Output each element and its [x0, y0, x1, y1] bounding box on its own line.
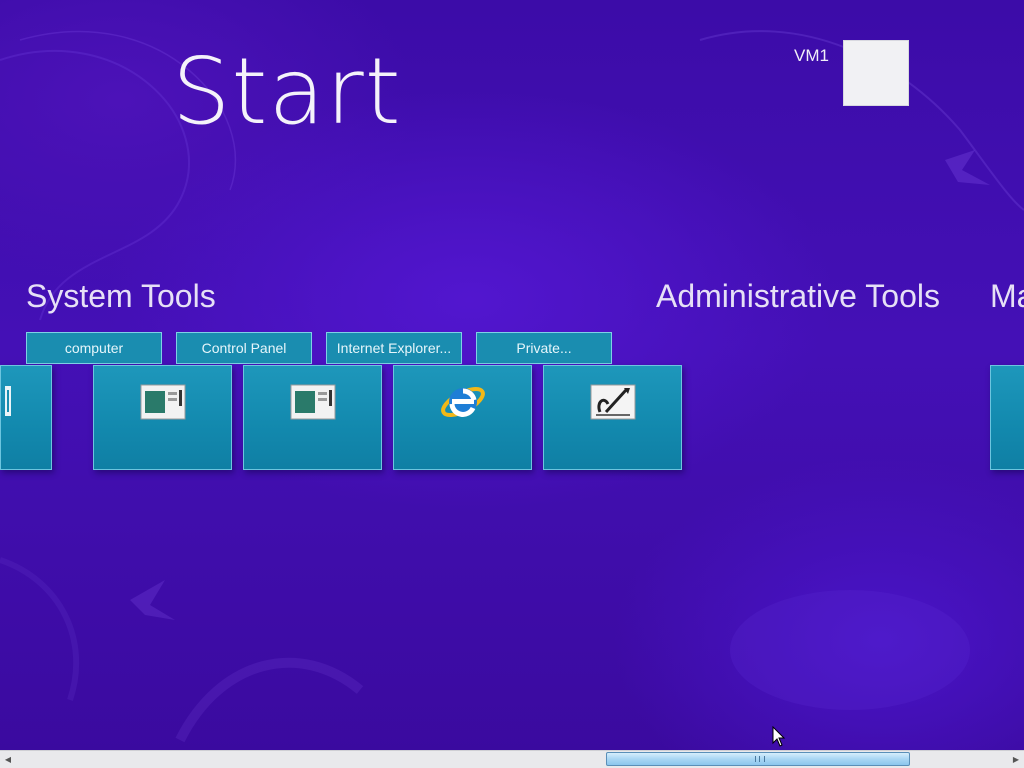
scroll-thumb[interactable] — [606, 752, 910, 766]
pen-icon — [590, 384, 635, 420]
tile-label-computer[interactable]: computer — [26, 332, 162, 364]
tile-label-private[interactable]: Private... — [476, 332, 612, 364]
tile-label-control-panel[interactable]: Control Panel — [176, 332, 312, 364]
user-avatar[interactable] — [843, 40, 909, 106]
group-title-administrative-tools: Administrative Tools — [656, 278, 940, 314]
window-icon — [290, 384, 335, 420]
app-tile-private[interactable] — [543, 365, 682, 470]
window-icon — [140, 384, 185, 420]
internet-explorer-icon — [440, 386, 485, 418]
app-tile-control-panel[interactable] — [243, 365, 382, 470]
app-tile-computer[interactable] — [93, 365, 232, 470]
start-title: Start — [172, 38, 402, 145]
horizontal-scrollbar[interactable]: ◀ ▶ — [0, 750, 1024, 768]
app-tile-partial-right[interactable] — [990, 365, 1024, 470]
group-title-system-tools: System Tools — [26, 278, 216, 314]
group-title-partial: Ma — [990, 278, 1024, 314]
scroll-right-icon[interactable]: ▶ — [1008, 751, 1024, 768]
app-tile-partial[interactable] — [0, 365, 52, 470]
scroll-left-icon[interactable]: ◀ — [0, 751, 16, 768]
partial-tile-icon — [5, 386, 11, 416]
tile-label-internet-explorer[interactable]: Internet Explorer... — [326, 332, 462, 364]
app-tile-internet-explorer[interactable] — [393, 365, 532, 470]
grip-icon — [755, 756, 765, 762]
mouse-cursor-icon — [772, 726, 786, 747]
user-name[interactable]: VM1 — [794, 46, 829, 66]
